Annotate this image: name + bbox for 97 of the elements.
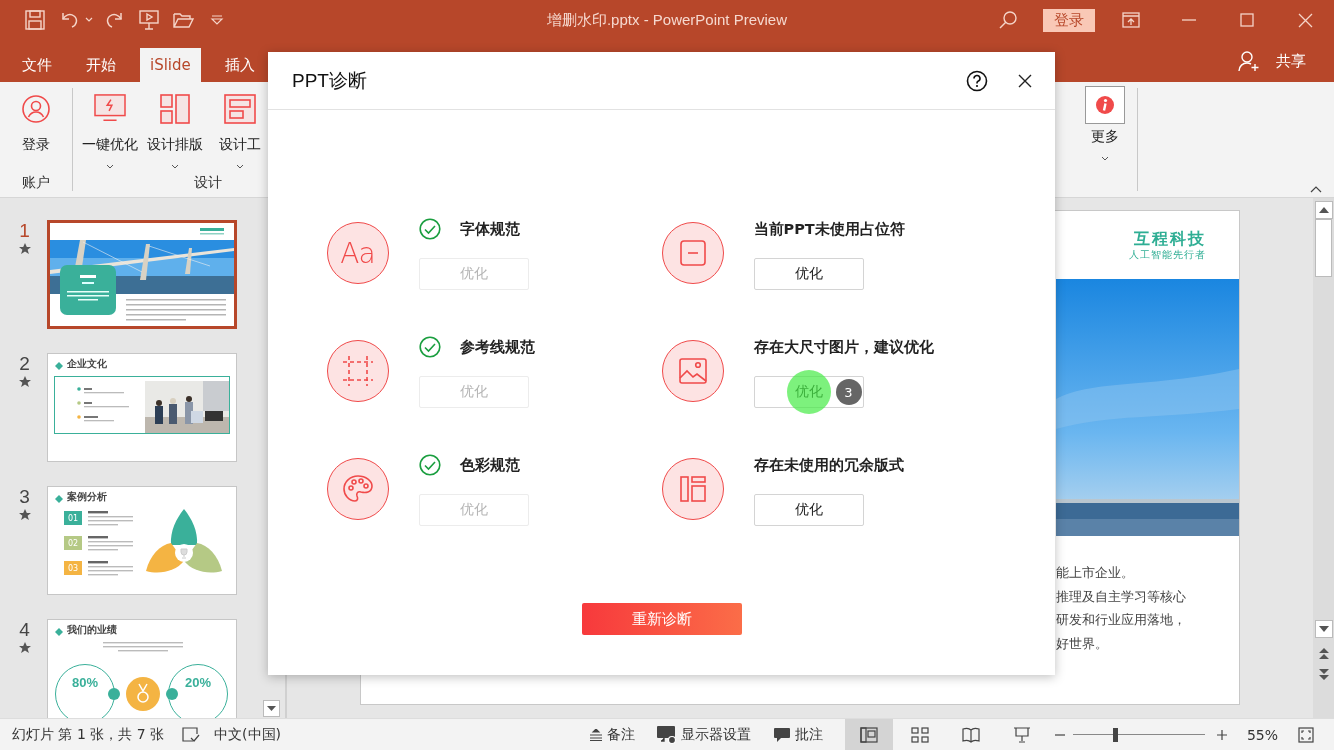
text-lines-drawing [88,561,133,577]
diamond-icon [55,362,63,370]
grid-view-icon [910,726,929,743]
stat-value: 80% [72,675,98,690]
star-icon [17,508,32,522]
info-icon[interactable] [1085,86,1125,124]
star-icon [17,375,32,389]
slide-text-line: 好世界。 [1056,634,1109,653]
check-title: 当前PPT未使用占位符 [753,219,905,239]
zoom-level[interactable]: 55% [1246,726,1278,743]
zoom-slider-thumb[interactable] [1113,727,1119,742]
slide-number: 1 [19,220,30,242]
presentation-icon[interactable] [136,7,162,33]
star-icon [17,242,32,256]
window-title: 增删水印.pptx - PowerPoint Preview [546,10,788,30]
user-icon[interactable] [21,94,51,124]
text-card-drawing [60,265,116,315]
display-settings-button[interactable]: 显示器设置 [656,725,751,744]
scroll-thumb[interactable] [1315,219,1332,277]
scroll-down-button[interactable] [263,700,280,717]
step-number: 01 [64,511,82,525]
slide-thumbnail[interactable]: 我们的业绩 80% 20% [47,619,237,718]
person-add-icon[interactable] [1238,50,1260,72]
font-icon: Aa [326,222,389,284]
language-label[interactable]: 中文(中国) [214,725,281,744]
notes-button[interactable]: 备注 [588,725,635,744]
check-title: 参考线规范 [459,337,535,357]
slide-thumbnail[interactable] [47,220,237,329]
stat-value: 20% [185,675,211,690]
medal-drawing [108,676,178,712]
collapse-ribbon-icon[interactable] [1310,185,1322,193]
logo-text: 互程科技 [1134,229,1206,249]
slide-title: 我们的业绩 [67,623,117,637]
group-label: 账户 [22,174,50,192]
ribbon-button-label[interactable]: 登录 [22,136,50,154]
diamond-icon [55,628,63,636]
text-lines-drawing [88,511,133,527]
scroll-up-button[interactable] [1314,201,1333,219]
close-icon[interactable] [1018,73,1032,88]
diamond-icon [55,495,63,503]
layout-icon[interactable] [159,94,190,124]
monitor-icon[interactable] [92,94,127,124]
optimize-button[interactable]: 优化 [753,258,864,290]
share-button[interactable]: 共享 [1276,51,1306,71]
check-title: 存在大尺寸图片，建议优化 [753,337,934,357]
step-number: 02 [64,536,82,550]
ribbon-tab[interactable]: iSlide [140,48,201,82]
check-title: 字体规范 [459,219,520,239]
login-button[interactable]: 登录 [1043,8,1095,32]
slide-thumbnail[interactable]: 企业文化 [47,353,237,462]
optimize-button[interactable]: 优化 [753,494,864,526]
star-icon [17,641,32,655]
plus-icon [1216,729,1227,740]
save-icon[interactable] [22,7,48,33]
view-button[interactable] [844,719,893,750]
ribbon-tab[interactable]: 插入 [214,48,265,82]
slide-number: 2 [19,353,30,375]
chevron-down-icon[interactable] [235,164,244,169]
slide-info: 幻灯片 第 1 张，共 7 张 [12,725,165,744]
panel-icon[interactable] [223,94,256,124]
chevron-down-icon[interactable] [170,164,179,169]
slide-text-line: 能上市企业。 [1056,564,1135,582]
accessibility-check-icon[interactable] [182,726,201,743]
step-number: 03 [64,561,82,575]
chevron-down-icon[interactable] [105,164,114,169]
help-icon[interactable] [966,69,988,92]
ribbon-button-label[interactable]: 设计工 [218,136,261,154]
ribbon-button-label[interactable]: 一键优化 [81,136,138,154]
presentation-icon [1012,726,1031,743]
check-title: 色彩规范 [459,455,520,475]
slide-text-line: 推理及自主学习等核心 [1056,587,1187,606]
slide-number: 3 [19,486,30,508]
ribbon-button-label[interactable]: 更多 [1091,128,1119,146]
slide-number: 4 [19,619,30,641]
ribbon-button-label[interactable]: 设计排版 [146,136,203,154]
slide-title: 案例分析 [67,490,107,504]
dialog-title: PPT诊断 [292,68,368,93]
text-lines-drawing [88,536,133,552]
logo-tagline: 人工智能先行者 [1129,249,1206,261]
scroll-down-button[interactable] [1314,620,1333,638]
notes-icon [588,728,603,741]
normal-view-icon [859,726,878,743]
chevron-down-icon[interactable] [1101,156,1109,161]
zoom-slider[interactable] [1072,726,1205,743]
group-label: 设计 [194,174,222,192]
slide-title: 企业文化 [67,357,107,371]
check-title: 存在未使用的冗余版式 [753,455,904,475]
book-icon [961,726,980,743]
fit-to-window-icon[interactable] [1298,726,1314,743]
ribbon-tab[interactable]: 开始 [76,48,126,82]
comment-icon [772,726,791,743]
monitor-gear-icon [656,725,677,744]
slide-thumbnail[interactable]: 案例分析 01 02 03 [47,486,237,595]
ribbon-tab[interactable]: 文件 [12,48,62,82]
logo-drawing [200,228,224,236]
comments-button[interactable]: 批注 [772,725,823,744]
slide-text-line: 研发和行业应用落地， [1056,611,1187,629]
